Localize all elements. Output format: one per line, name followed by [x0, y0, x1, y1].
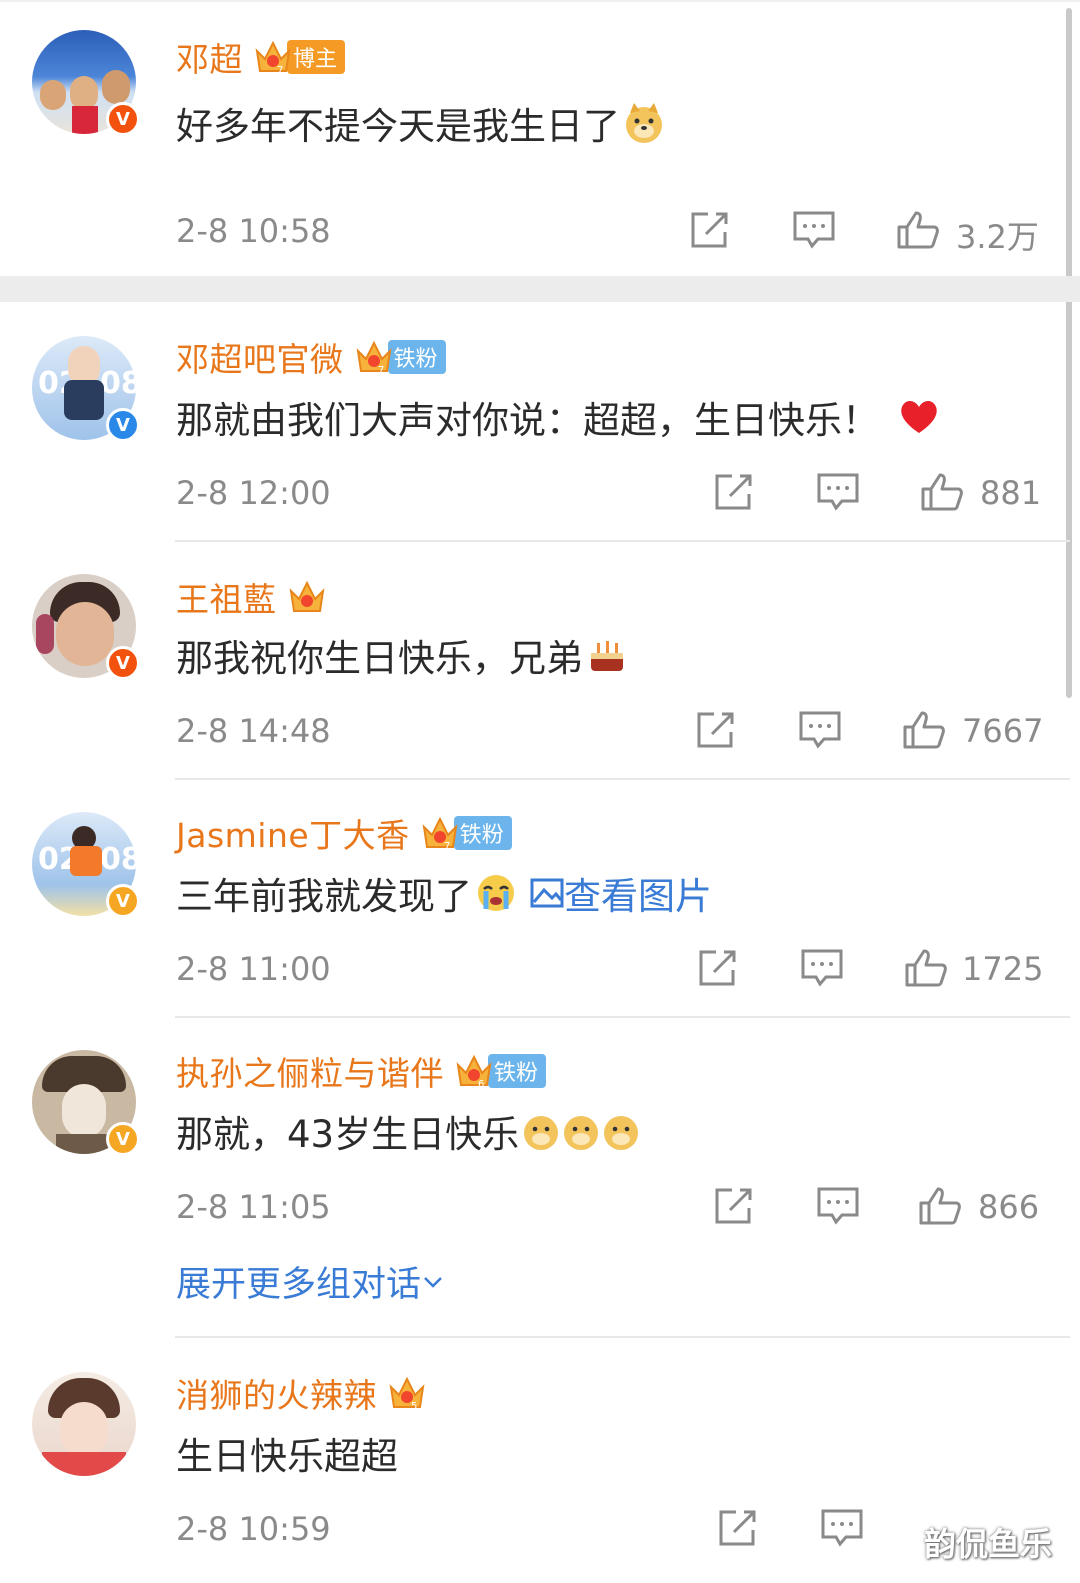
svg-text:6: 6	[478, 1079, 484, 1090]
avatar[interactable]: V	[32, 1050, 140, 1156]
comment-header: 执孙之俪粒与谐伴 6 铁粉	[176, 1046, 547, 1096]
verified-badge-icon: V	[106, 1122, 140, 1156]
username[interactable]: 王祖藍	[176, 573, 277, 621]
username[interactable]: Jasmine丁大香	[176, 809, 410, 857]
crown-icon: 7	[356, 340, 391, 376]
svg-text:7: 7	[378, 365, 384, 376]
chevron-down-icon	[424, 1276, 442, 1288]
comment-icon[interactable]	[798, 710, 842, 750]
svg-text:5: 5	[411, 1401, 417, 1412]
scrollbar[interactable]	[1066, 8, 1072, 698]
avatar[interactable]: V	[32, 574, 140, 680]
comment-text: 那就由我们大声对你说：超超，生日快乐！	[176, 390, 941, 444]
like-icon[interactable]	[902, 710, 946, 750]
crown-icon: 5	[389, 1376, 425, 1412]
comment-header: Jasmine丁大香 7 铁粉	[176, 808, 512, 858]
comment-meta: 2-8 11:05 866	[176, 1182, 1080, 1232]
like-count: 7667	[962, 712, 1044, 750]
row-divider	[175, 1016, 1070, 1018]
share-icon[interactable]	[696, 948, 740, 988]
like-count: 881	[980, 474, 1042, 512]
timestamp: 2-8 11:05	[176, 1188, 331, 1226]
verified-badge-icon: V	[106, 884, 140, 918]
crown-icon: 7	[422, 816, 458, 852]
comment-text: 生日快乐超超	[176, 1435, 398, 1478]
doge-emoji-icon	[626, 103, 662, 143]
like-icon[interactable]	[920, 472, 964, 512]
like-icon[interactable]	[918, 1186, 962, 1226]
verified-badge-icon: V	[106, 102, 140, 136]
crown-icon: 7	[255, 40, 291, 76]
timestamp: 2-8 10:59	[176, 1510, 331, 1548]
like-count: 1725	[962, 950, 1044, 988]
watermark: 韵侃鱼乐	[923, 1525, 1052, 1563]
username[interactable]: 消狮的火辣辣	[176, 1369, 377, 1417]
avatar[interactable]	[32, 1372, 136, 1476]
comment-text: 三年前我就发现了 查看图片	[176, 866, 712, 920]
comment-header: 消狮的火辣辣 5	[176, 1368, 427, 1418]
like-count: 3.2万	[956, 218, 1039, 256]
timestamp: 2-8 14:48	[176, 712, 331, 750]
like-count: 866	[978, 1188, 1040, 1226]
row-divider	[175, 1336, 1070, 1338]
share-icon[interactable]	[712, 472, 756, 512]
svg-text:7: 7	[277, 65, 283, 76]
comment-meta: 2-8 10:58 3.2万	[176, 206, 1080, 256]
doge-emoji-icon	[524, 1116, 639, 1150]
section-divider	[0, 276, 1080, 302]
verified-badge-icon: V	[106, 408, 140, 442]
fan-badge: 铁粉	[488, 1054, 547, 1088]
comment-header: 邓超吧官微 7 铁粉	[176, 332, 446, 382]
top-divider	[0, 0, 1080, 2]
heart-emoji-icon	[901, 401, 937, 433]
username[interactable]: 执孙之俪粒与谐伴	[176, 1047, 444, 1095]
comment-meta: 2-8 11:00 1725	[176, 944, 1080, 994]
view-image-link[interactable]: 查看图片	[530, 866, 712, 920]
username[interactable]: 邓超	[176, 33, 243, 81]
comment-header: 王祖藍	[176, 572, 327, 622]
fan-badge: 铁粉	[453, 816, 512, 850]
crown-icon: 6	[456, 1054, 492, 1090]
share-icon[interactable]	[688, 210, 732, 250]
comment-meta: 2-8 12:00 881	[176, 468, 1080, 518]
comment-icon[interactable]	[816, 472, 860, 512]
row-divider	[175, 778, 1070, 780]
avatar[interactable]: V	[32, 30, 140, 136]
share-icon[interactable]	[716, 1508, 760, 1548]
comment-icon[interactable]	[800, 948, 844, 988]
comment-icon[interactable]	[792, 210, 836, 250]
avatar[interactable]: 02 08 V	[32, 336, 140, 442]
crown-icon	[289, 580, 324, 612]
image-icon	[530, 878, 564, 908]
blogger-badge: 博主	[287, 40, 346, 74]
comment-icon[interactable]	[820, 1508, 864, 1548]
comment-text: 那我祝你生日快乐，兄弟	[176, 628, 629, 682]
comment-icon[interactable]	[816, 1186, 860, 1226]
fan-badge: 铁粉	[387, 340, 446, 374]
share-icon[interactable]	[712, 1186, 756, 1226]
comment-header: 邓超 7 博主	[176, 32, 346, 82]
timestamp: 2-8 12:00	[176, 474, 331, 512]
like-icon[interactable]	[904, 948, 948, 988]
verified-badge-icon: V	[106, 646, 140, 680]
username[interactable]: 邓超吧官微	[176, 333, 344, 381]
avatar[interactable]: 02 08 V	[32, 812, 140, 918]
like-icon[interactable]	[896, 210, 940, 250]
svg-text:7: 7	[444, 841, 450, 852]
share-icon[interactable]	[694, 710, 738, 750]
timestamp: 2-8 10:58	[176, 212, 331, 250]
comment-text: 好多年不提今天是我生日了	[176, 96, 666, 150]
comment-text: 那就，43岁生日快乐	[176, 1104, 641, 1158]
comment-meta: 2-8 14:48 7667	[176, 706, 1080, 756]
cake-emoji-icon	[591, 641, 623, 671]
expand-more-link[interactable]: 展开更多组对话	[176, 1256, 445, 1307]
row-divider	[175, 540, 1070, 542]
crying-emoji-icon	[478, 875, 514, 911]
timestamp: 2-8 11:00	[176, 950, 331, 988]
